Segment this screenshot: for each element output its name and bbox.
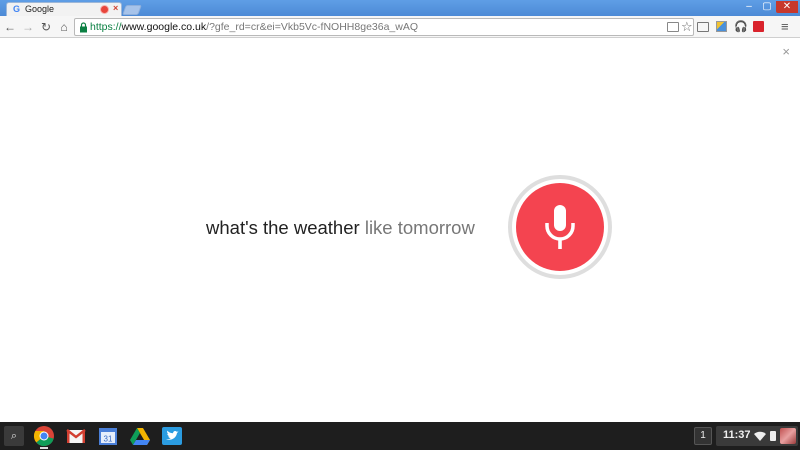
maximize-button[interactable]: ▢ bbox=[758, 1, 776, 13]
spoken-query: what's the weather like tomorrow bbox=[206, 217, 475, 239]
address-bar[interactable]: https://www.google.co.uk/?gfe_rd=cr&ei=V… bbox=[74, 18, 694, 36]
drive-app-icon[interactable] bbox=[129, 425, 151, 447]
bookmark-star-icon[interactable]: ☆ bbox=[681, 19, 693, 35]
back-button[interactable]: ← bbox=[3, 20, 17, 34]
tweetdeck-app-icon[interactable] bbox=[161, 425, 183, 447]
gmail-app-icon[interactable] bbox=[65, 425, 87, 447]
recording-indicator-icon bbox=[101, 6, 108, 13]
microphone-button[interactable] bbox=[508, 175, 612, 279]
tab-close-button[interactable]: × bbox=[113, 3, 118, 13]
battery-icon bbox=[770, 431, 776, 441]
notification-count-badge[interactable]: 1 bbox=[694, 427, 712, 445]
voice-search-overlay: × what's the weather like tomorrow bbox=[0, 39, 800, 422]
browser-toolbar: ← → ↻ ⌂ https://www.google.co.uk/?gfe_rd… bbox=[0, 16, 800, 38]
url-text: https://www.google.co.uk/?gfe_rd=cr&ei=V… bbox=[90, 21, 418, 33]
status-tray[interactable]: 11:37 bbox=[716, 426, 798, 446]
calendar-app-icon[interactable]: 31 bbox=[97, 425, 119, 447]
forward-button[interactable]: → bbox=[21, 20, 35, 34]
extension-icon[interactable] bbox=[716, 21, 727, 32]
minimize-button[interactable]: – bbox=[740, 1, 758, 13]
system-shelf: ⌕ 31 1 11:37 bbox=[0, 422, 800, 450]
chrome-running-indicator bbox=[40, 447, 48, 449]
url-host: www.google.co.uk bbox=[121, 21, 207, 33]
chrome-app-icon[interactable] bbox=[33, 425, 55, 447]
reload-button[interactable]: ↻ bbox=[39, 20, 53, 34]
launcher-search-icon[interactable]: ⌕ bbox=[4, 426, 24, 446]
title-bar: G Google × – ▢ ✕ bbox=[0, 0, 800, 16]
headphones-extension-icon[interactable]: 🎧 bbox=[734, 20, 748, 34]
clock-text: 11:37 bbox=[723, 429, 751, 441]
chrome-menu-icon[interactable]: ≡ bbox=[781, 20, 789, 34]
window-close-button[interactable]: ✕ bbox=[776, 1, 798, 13]
cast-icon[interactable] bbox=[667, 22, 679, 32]
close-voice-search-button[interactable]: × bbox=[782, 45, 790, 59]
red-extension-icon[interactable] bbox=[753, 21, 764, 32]
wifi-icon bbox=[754, 431, 766, 441]
microphone-icon bbox=[545, 205, 575, 249]
new-tab-button[interactable] bbox=[122, 5, 142, 15]
calendar-day: 31 bbox=[104, 435, 113, 444]
url-path: /?gfe_rd=cr&ei=Vkb5Vc-fNOHH8ge36a_wAQ bbox=[206, 21, 419, 33]
user-avatar bbox=[780, 428, 796, 444]
url-scheme: https:// bbox=[90, 21, 122, 33]
cast-extension-icon[interactable] bbox=[697, 22, 709, 32]
tab-google[interactable]: G Google × bbox=[6, 2, 122, 16]
microphone-circle bbox=[516, 183, 604, 271]
home-button[interactable]: ⌂ bbox=[57, 20, 71, 34]
lock-icon bbox=[80, 22, 87, 33]
query-final-text: what's the weather bbox=[206, 217, 360, 238]
tab-title: Google bbox=[25, 4, 55, 14]
google-favicon-icon: G bbox=[13, 4, 21, 14]
query-interim-text: like tomorrow bbox=[359, 217, 475, 238]
